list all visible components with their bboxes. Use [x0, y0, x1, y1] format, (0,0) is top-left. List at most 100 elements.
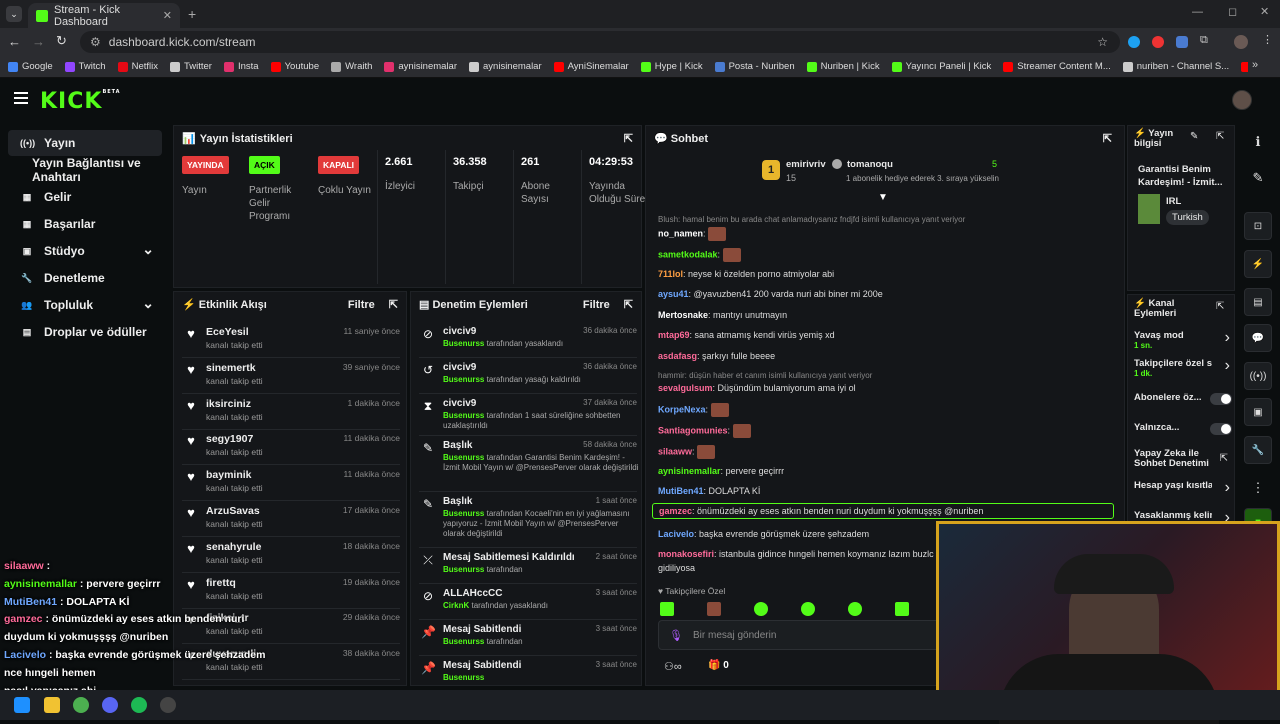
hamburger-menu-icon[interactable] — [14, 92, 28, 104]
chat-message[interactable]: silaaww: — [658, 445, 716, 459]
bookmark-item[interactable]: Wraith — [331, 61, 372, 72]
channel-action-item[interactable]: Yapay Zeka ile Sohbet Denetimi ⇱ — [1134, 449, 1232, 475]
bookmark-item[interactable]: Posta - Nuriben — [714, 61, 795, 72]
tab-close-icon[interactable]: ✕ — [163, 9, 172, 22]
moderator-name[interactable]: Busenurss — [443, 375, 484, 384]
activity-item[interactable]: ♥ senahyrule kanalı takip etti 18 dakika ön… — [182, 537, 400, 573]
chat-username[interactable]: gamzec — [659, 506, 692, 516]
chat-username[interactable]: sametkodalak — [658, 249, 718, 259]
bookmark-item[interactable]: Twitter — [169, 61, 212, 72]
chat-message[interactable]: mtap69: sana atmamış kendi virüs yemiş x… — [658, 330, 835, 340]
kick-logo[interactable]: KICKBETA — [40, 89, 121, 114]
moderation-target[interactable]: civciv9 — [443, 362, 476, 373]
bolt-icon[interactable]: ⚡ — [1244, 250, 1272, 278]
profile-avatar[interactable] — [1234, 35, 1248, 49]
bookmark-item[interactable]: nuriben - Channel S... — [1122, 61, 1229, 72]
chat-message[interactable]: sevalgulsum: Düşündüm bulamiyorum ama iy… — [658, 383, 856, 393]
sidebar-item-5[interactable]: 🔧 Denetleme — [8, 265, 162, 291]
follower-name[interactable]: segy1907 — [206, 433, 253, 445]
chat-message[interactable]: sametkodalak: — [658, 248, 741, 262]
channel-action-item[interactable]: Yalnızca... — [1134, 423, 1232, 449]
popout-icon[interactable]: ⇱ — [389, 299, 398, 311]
moderation-target[interactable]: ALLAHccCC — [443, 588, 502, 599]
popout-icon[interactable]: ⇱ — [1216, 131, 1224, 142]
chevron-right-icon[interactable]: › — [1225, 479, 1230, 497]
moderation-item[interactable]: ✎ Başlık Busenurss tarafından Kocaeli'nin … — [419, 492, 637, 548]
chat-message[interactable]: KorpeNexa: — [658, 403, 729, 417]
chevron-right-icon[interactable]: › — [1225, 329, 1230, 347]
toggle-switch[interactable] — [1210, 423, 1232, 435]
moderation-target[interactable]: Başlık — [443, 440, 472, 451]
wrench-icon[interactable]: 🔧 — [1244, 436, 1272, 464]
broadcast-icon[interactable]: ((•)) — [1244, 362, 1272, 390]
chevron-right-icon[interactable]: › — [1225, 357, 1230, 375]
community-link-icon[interactable]: ⚇∞ — [664, 660, 682, 673]
moderation-target[interactable]: Mesaj Sabitlendi — [443, 660, 521, 671]
chat-username[interactable]: no_namen — [658, 228, 703, 238]
extension-icon[interactable] — [1152, 36, 1164, 48]
moderation-target[interactable]: civciv9 — [443, 398, 476, 409]
chat-message[interactable]: Mertosnake: mantıyı unutmayın — [658, 310, 787, 320]
channel-action-item[interactable]: Yavaş mod 1 sn. › — [1134, 329, 1232, 357]
scan-icon[interactable]: ⊡ — [1244, 212, 1272, 240]
sidebar-item-1[interactable]: Yayın Bağlantısı ve Anahtarı — [8, 156, 162, 184]
bookmark-item[interactable]: Youtube — [270, 61, 319, 72]
extension-icon[interactable] — [1128, 36, 1140, 48]
chat-message[interactable]: 711lol: neyse ki özelden porno atmiyolar… — [658, 269, 834, 279]
bookmark-star-icon[interactable]: ☆ — [1097, 35, 1108, 49]
chat-username[interactable]: Mertosnake — [658, 310, 708, 320]
info-icon[interactable]: ℹ — [1240, 128, 1276, 156]
chat-collapse-icon[interactable]: ▼ — [878, 192, 888, 203]
moderation-filter-button[interactable]: Filtre — [583, 299, 610, 311]
moderator-name[interactable]: Busenurss — [443, 411, 484, 420]
spotify-icon[interactable] — [131, 697, 147, 713]
follower-name[interactable]: firettq — [206, 577, 236, 589]
chat-username[interactable]: sevalgulsum — [658, 383, 713, 393]
sidebar-item-2[interactable]: ▦ Gelir — [8, 184, 162, 210]
chat-username[interactable]: MutiBen41 — [658, 486, 704, 496]
chat-message[interactable]: Lacivelo: başka evrende görüşmek üzere ş… — [658, 529, 869, 539]
follower-name[interactable]: ArzuSavas — [206, 505, 260, 517]
bookmark-item[interactable]: aynisinemalar — [469, 61, 542, 72]
minimize-button[interactable]: — — [1192, 6, 1203, 18]
follower-name[interactable]: sinemertk — [206, 362, 256, 374]
moderator-name[interactable]: Busenurss — [443, 637, 484, 646]
channel-action-item[interactable]: Abonelere öz... — [1134, 393, 1232, 419]
back-icon[interactable]: ← — [8, 34, 21, 49]
chat-icon[interactable]: 💬 — [1244, 324, 1272, 352]
activity-item[interactable]: ♥ segy1907 kanalı takip etti 11 dakika önce — [182, 429, 400, 466]
chat-message[interactable]: gamzec: önümüzdeki ay eses atkın benden … — [652, 503, 1114, 519]
moderator-name[interactable]: Busenurss — [443, 453, 484, 462]
file-explorer-icon[interactable] — [44, 697, 60, 713]
extension-icon[interactable] — [1176, 36, 1188, 48]
chat-username[interactable]: Lacivelo — [658, 529, 694, 539]
toggle-switch[interactable] — [1210, 393, 1232, 405]
bookmark-item[interactable]: Google — [8, 61, 53, 72]
moderator-name[interactable]: Busenurss — [443, 565, 484, 574]
bookmark-item[interactable]: AyniSinemalar — [553, 61, 629, 72]
chat-username[interactable]: mtap69 — [658, 330, 690, 340]
chat-username[interactable]: Santiagomunies — [658, 425, 728, 435]
bookmark-item[interactable]: Yayıncı Paneli | Kick — [891, 61, 991, 72]
chat-message[interactable]: gidiliyosa — [658, 563, 695, 573]
browser-menu-icon[interactable]: ⋮ — [1262, 33, 1273, 46]
chrome-icon[interactable] — [73, 697, 89, 713]
follower-name[interactable]: EceYesil — [206, 326, 249, 338]
activity-filter-button[interactable]: Filtre — [348, 299, 375, 311]
chat-username[interactable]: KorpeNexa — [658, 404, 706, 414]
sidebar-item-6[interactable]: 👥 Topluluk ⌄ — [8, 292, 162, 318]
moderation-item[interactable]: 📌 Mesaj Sabitlendi Busenurss tarafından 3 s… — [419, 620, 637, 656]
discord-icon[interactable] — [102, 697, 118, 713]
bookmark-item[interactable]: Nuriben | Kick — [806, 61, 880, 72]
chat-message[interactable]: aynisinemallar: pervere geçirrr — [658, 466, 784, 476]
external-link-icon[interactable]: ⇱ — [1220, 453, 1228, 464]
chevron-down-icon[interactable]: ⌄ — [142, 295, 154, 312]
chat-username[interactable]: asdafasg — [658, 351, 697, 361]
bookmark-item[interactable]: Streamer Content M... — [1003, 61, 1111, 72]
moderation-target[interactable]: Başlık — [443, 496, 472, 507]
moderator-name[interactable]: Busenurss — [443, 509, 484, 518]
new-tab-button[interactable]: + — [188, 6, 196, 22]
bookmarks-overflow-icon[interactable]: » — [1252, 59, 1258, 71]
close-window-button[interactable]: ✕ — [1260, 5, 1269, 18]
moderation-item[interactable]: ⊘ ALLAHccCC CirknK tarafından yasaklandı 3 … — [419, 584, 637, 620]
